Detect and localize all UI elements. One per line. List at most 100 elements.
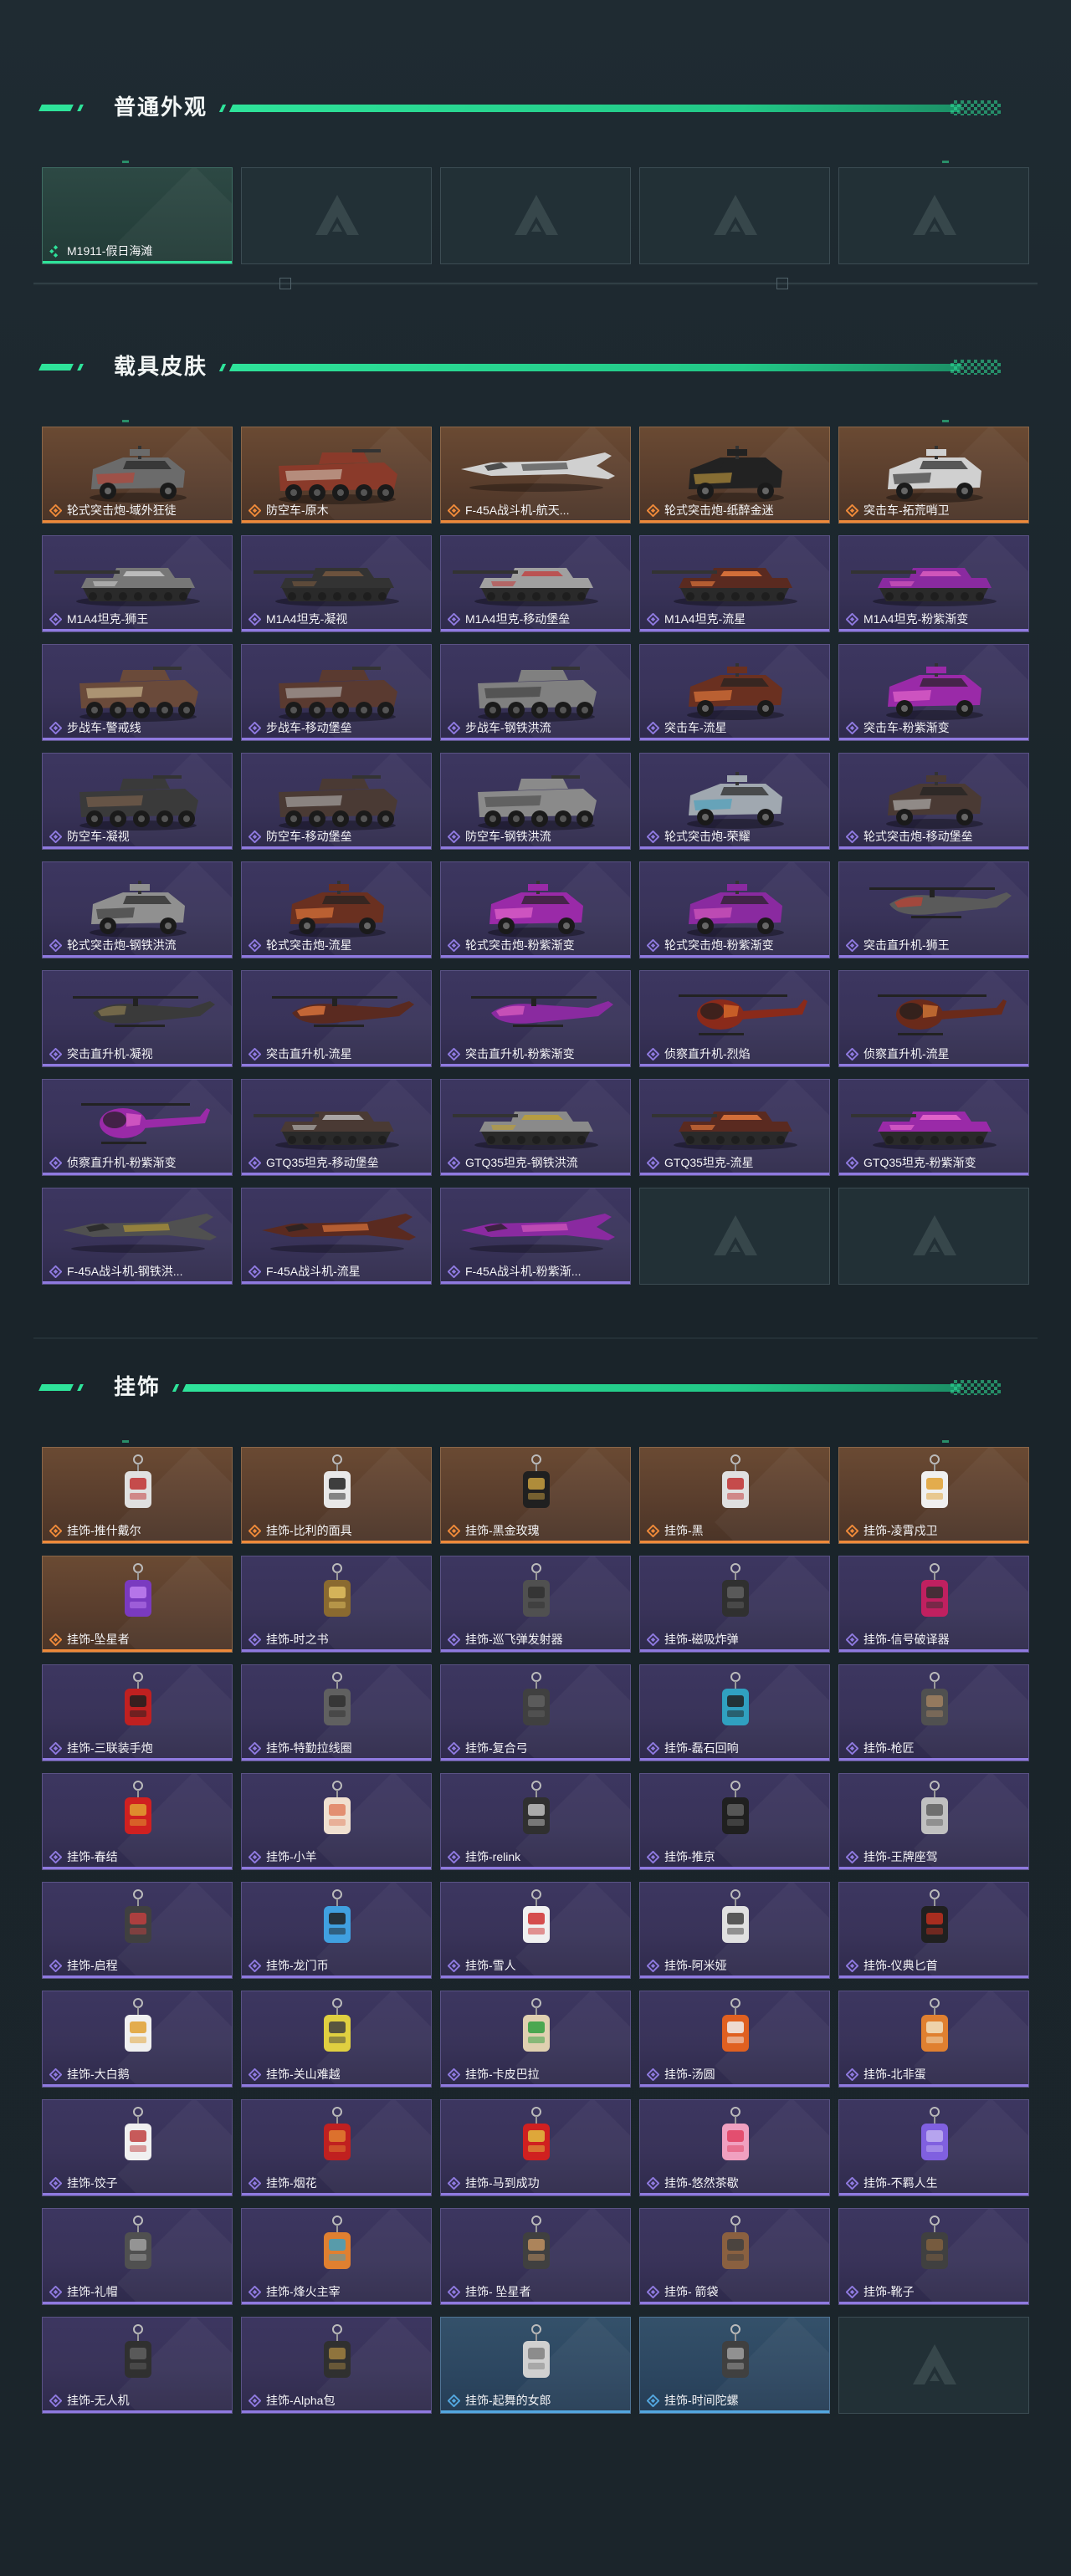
item-label: 挂饰-枪匠: [846, 1741, 1023, 1755]
charm-card[interactable]: 挂饰-烽火主宰: [241, 2208, 432, 2305]
charm-card[interactable]: 挂饰-烟花: [241, 2099, 432, 2196]
charm-card[interactable]: 挂饰-Alpha包: [241, 2317, 432, 2414]
charm-card[interactable]: 挂饰-雪人: [440, 1882, 631, 1979]
item-label: 突击车-粉紫渐变: [846, 721, 1023, 734]
vehicle-skin-card[interactable]: 突击直升机-狮王: [838, 861, 1029, 958]
charm-card[interactable]: 挂饰-大白鹅: [42, 1991, 233, 2088]
charm-card[interactable]: 挂饰-靴子: [838, 2208, 1029, 2305]
vehicle-skin-card[interactable]: 步战车-钢铁洪流: [440, 644, 631, 741]
vehicle-skin-card[interactable]: 防空车-钢铁洪流: [440, 753, 631, 850]
charm-card[interactable]: 挂饰-比利的面具: [241, 1447, 432, 1544]
empty-slot: [440, 167, 631, 264]
charm-card[interactable]: 挂饰-推什戴尔: [42, 1447, 233, 1544]
charm-card[interactable]: 挂饰-时之书: [241, 1556, 432, 1653]
charm-card[interactable]: 挂饰-枪匠: [838, 1664, 1029, 1761]
appearance-card[interactable]: M1911-假日海滩: [42, 167, 233, 264]
charm-card[interactable]: 挂饰-仪典匕首: [838, 1882, 1029, 1979]
item-name: 突击直升机-粉紫渐变: [465, 1047, 575, 1061]
charm-card[interactable]: 挂饰-relink: [440, 1773, 631, 1870]
vehicle-skin-card[interactable]: 突击直升机-流星: [241, 970, 432, 1067]
charm-card[interactable]: 挂饰-起舞的女郎: [440, 2317, 631, 2414]
vehicle-skin-card[interactable]: 侦察直升机-粉紫渐变: [42, 1079, 233, 1176]
charm-card[interactable]: 挂饰-春结: [42, 1773, 233, 1870]
charm-card[interactable]: 挂饰-汤圆: [639, 1991, 830, 2088]
charm-card[interactable]: 挂饰-王牌座驾: [838, 1773, 1029, 1870]
vehicle-skin-card[interactable]: M1A4坦克-狮王: [42, 535, 233, 632]
charm-card[interactable]: 挂饰-马到成功: [440, 2099, 631, 2196]
charm-card[interactable]: 挂饰-时间陀螺: [639, 2317, 830, 2414]
item-name: 侦察直升机-烈焰: [664, 1047, 751, 1061]
vehicle-skin-card[interactable]: 突击车-拓荒哨卫: [838, 427, 1029, 524]
vehicle-skin-card[interactable]: M1A4坦克-粉紫渐变: [838, 535, 1029, 632]
charm-card[interactable]: 挂饰-信号破译器: [838, 1556, 1029, 1653]
item-label: 挂饰-仪典匕首: [846, 1959, 1023, 1972]
vehicle-skin-card[interactable]: F-45A战斗机-航天...: [440, 427, 631, 524]
charm-card[interactable]: 挂饰-推京: [639, 1773, 830, 1870]
item-name: 侦察直升机-粉紫渐变: [67, 1156, 177, 1169]
vehicle-skin-card[interactable]: F-45A战斗机-粉紫渐...: [440, 1188, 631, 1285]
item-label: 挂饰-烽火主宰: [249, 2285, 426, 2298]
vehicle-skin-card[interactable]: 轮式突击炮-纸醉金迷: [639, 427, 830, 524]
charm-card[interactable]: 挂饰-黑: [639, 1447, 830, 1544]
vehicle-skin-card[interactable]: M1A4坦克-凝视: [241, 535, 432, 632]
vehicle-skin-card[interactable]: GTQ35坦克-移动堡垒: [241, 1079, 432, 1176]
vehicle-skin-card[interactable]: 轮式突击炮-域外狂徒: [42, 427, 233, 524]
charm-card[interactable]: 挂饰-卡皮巴拉: [440, 1991, 631, 2088]
charm-card[interactable]: 挂饰-北非蛋: [838, 1991, 1029, 2088]
charm-card[interactable]: 挂饰-磁吸炸弹: [639, 1556, 830, 1653]
item-name: 挂饰-悠然茶歇: [664, 2176, 739, 2190]
charm-card[interactable]: 挂饰-特勤拉线圈: [241, 1664, 432, 1761]
vehicle-skin-card[interactable]: 防空车-凝视: [42, 753, 233, 850]
charm-card[interactable]: 挂饰-黑金玫瑰: [440, 1447, 631, 1544]
item-label: 挂饰-起舞的女郎: [448, 2394, 625, 2407]
charm-card[interactable]: 挂饰-启程: [42, 1882, 233, 1979]
vehicle-skin-card[interactable]: GTQ35坦克-粉紫渐变: [838, 1079, 1029, 1176]
charm-card[interactable]: 挂饰-悠然茶歇: [639, 2099, 830, 2196]
vehicle-skin-card[interactable]: 步战车-移动堡垒: [241, 644, 432, 741]
vehicle-skin-card[interactable]: F-45A战斗机-流星: [241, 1188, 432, 1285]
purple-rarity-icon: [846, 2176, 858, 2190]
vehicle-skin-card[interactable]: 突击车-粉紫渐变: [838, 644, 1029, 741]
item-name: 挂饰-礼帽: [67, 2285, 118, 2298]
vehicle-skin-card[interactable]: 轮式突击炮-移动堡垒: [838, 753, 1029, 850]
vehicle-skin-card[interactable]: 轮式突击炮-流星: [241, 861, 432, 958]
vehicle-skin-card[interactable]: 步战车-警戒线: [42, 644, 233, 741]
vehicle-skin-card[interactable]: M1A4坦克-流星: [639, 535, 830, 632]
charm-card[interactable]: 挂饰- 箭袋: [639, 2208, 830, 2305]
charm-card[interactable]: 挂饰-关山难越: [241, 1991, 432, 2088]
charm-card[interactable]: 挂饰-磊石回响: [639, 1664, 830, 1761]
vehicle-skin-card[interactable]: 突击车-流星: [639, 644, 830, 741]
charm-card[interactable]: 挂饰-饺子: [42, 2099, 233, 2196]
charm-card[interactable]: 挂饰-无人机: [42, 2317, 233, 2414]
charm-card[interactable]: 挂饰-阿米娅: [639, 1882, 830, 1979]
charm-card[interactable]: 挂饰-凌霄戍卫: [838, 1447, 1029, 1544]
item-name: 轮式突击炮-域外狂徒: [67, 503, 177, 517]
charm-card[interactable]: 挂饰-不羁人生: [838, 2099, 1029, 2196]
vehicle-skin-card[interactable]: 轮式突击炮-粉紫渐变: [639, 861, 830, 958]
purple-rarity-icon: [49, 2394, 62, 2407]
charm-card[interactable]: 挂饰-坠星者: [42, 1556, 233, 1653]
vehicle-skin-card[interactable]: 防空车-移动堡垒: [241, 753, 432, 850]
vehicle-skin-card[interactable]: 轮式突击炮-钢铁洪流: [42, 861, 233, 958]
vehicle-skin-card[interactable]: GTQ35坦克-流星: [639, 1079, 830, 1176]
vehicle-skin-card[interactable]: GTQ35坦克-钢铁洪流: [440, 1079, 631, 1176]
vehicle-skin-card[interactable]: 突击直升机-粉紫渐变: [440, 970, 631, 1067]
item-label: 防空车-原木: [249, 503, 426, 517]
charm-card[interactable]: 挂饰-复合弓: [440, 1664, 631, 1761]
charm-card[interactable]: 挂饰-礼帽: [42, 2208, 233, 2305]
charm-card[interactable]: 挂饰-小羊: [241, 1773, 432, 1870]
charm-card[interactable]: 挂饰-巡飞弹发射器: [440, 1556, 631, 1653]
vehicle-skin-card[interactable]: F-45A战斗机-钢铁洪...: [42, 1188, 233, 1285]
vehicle-skin-card[interactable]: 防空车-原木: [241, 427, 432, 524]
charm-card[interactable]: 挂饰-龙门币: [241, 1882, 432, 1979]
charm-card[interactable]: 挂饰- 坠星者: [440, 2208, 631, 2305]
vehicle-skin-card[interactable]: M1A4坦克-移动堡垒: [440, 535, 631, 632]
vehicle-skin-card[interactable]: 突击直升机-凝视: [42, 970, 233, 1067]
vehicle-skin-card[interactable]: 侦察直升机-流星: [838, 970, 1029, 1067]
charm-card[interactable]: 挂饰-三联装手炮: [42, 1664, 233, 1761]
item-name: GTQ35坦克-流星: [664, 1156, 754, 1169]
vehicle-skin-card[interactable]: 轮式突击炮-粉紫渐变: [440, 861, 631, 958]
vehicle-skin-card[interactable]: 侦察直升机-烈焰: [639, 970, 830, 1067]
orange-rarity-icon: [49, 1633, 62, 1646]
vehicle-skin-card[interactable]: 轮式突击炮-荣耀: [639, 753, 830, 850]
